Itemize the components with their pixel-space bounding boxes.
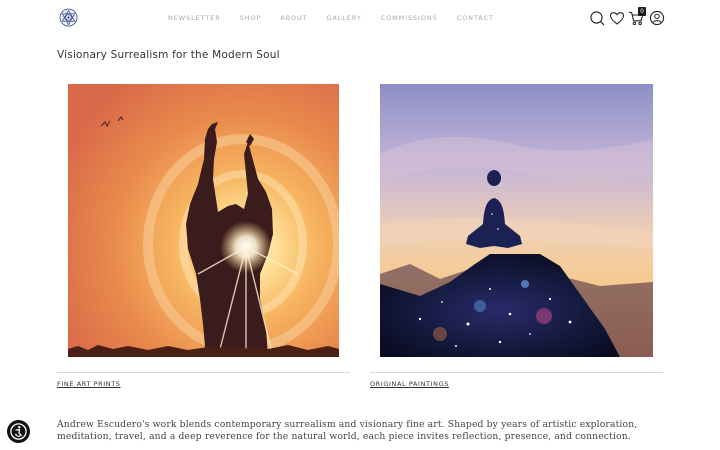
account-icon[interactable]	[649, 10, 665, 26]
main-nav: NEWSLETTER SHOP ABOUT GALLERY COMMISSION…	[168, 14, 494, 22]
fine-art-prints-link[interactable]: FINE ART PRINTS	[57, 380, 121, 388]
accessibility-icon	[10, 423, 27, 440]
nav-newsletter[interactable]: NEWSLETTER	[168, 14, 221, 22]
nav-about[interactable]: ABOUT	[280, 14, 307, 22]
intro-paragraph: Andrew Escudero's work blends contempora…	[57, 419, 638, 442]
page-title: Visionary Surrealism for the Modern Soul	[57, 49, 280, 61]
cart-count-badge: 0	[638, 7, 646, 16]
nav-contact[interactable]: CONTACT	[457, 14, 494, 22]
card-divider	[370, 372, 663, 373]
site-header: NEWSLETTER SHOP ABOUT GALLERY COMMISSION…	[0, 0, 720, 36]
original-paintings-image[interactable]	[380, 84, 653, 357]
nav-gallery[interactable]: GALLERY	[327, 14, 362, 22]
heart-icon[interactable]	[609, 10, 625, 26]
nav-commissions[interactable]: COMMISSIONS	[381, 14, 438, 22]
accessibility-button[interactable]	[7, 420, 30, 443]
nav-shop[interactable]: SHOP	[240, 14, 262, 22]
fine-art-prints-image[interactable]	[68, 84, 339, 357]
search-icon[interactable]	[589, 10, 605, 26]
card-divider	[57, 372, 350, 373]
original-paintings-link[interactable]: ORIGINAL PAINTINGS	[370, 380, 449, 388]
mandala-logo-icon[interactable]	[59, 8, 78, 27]
